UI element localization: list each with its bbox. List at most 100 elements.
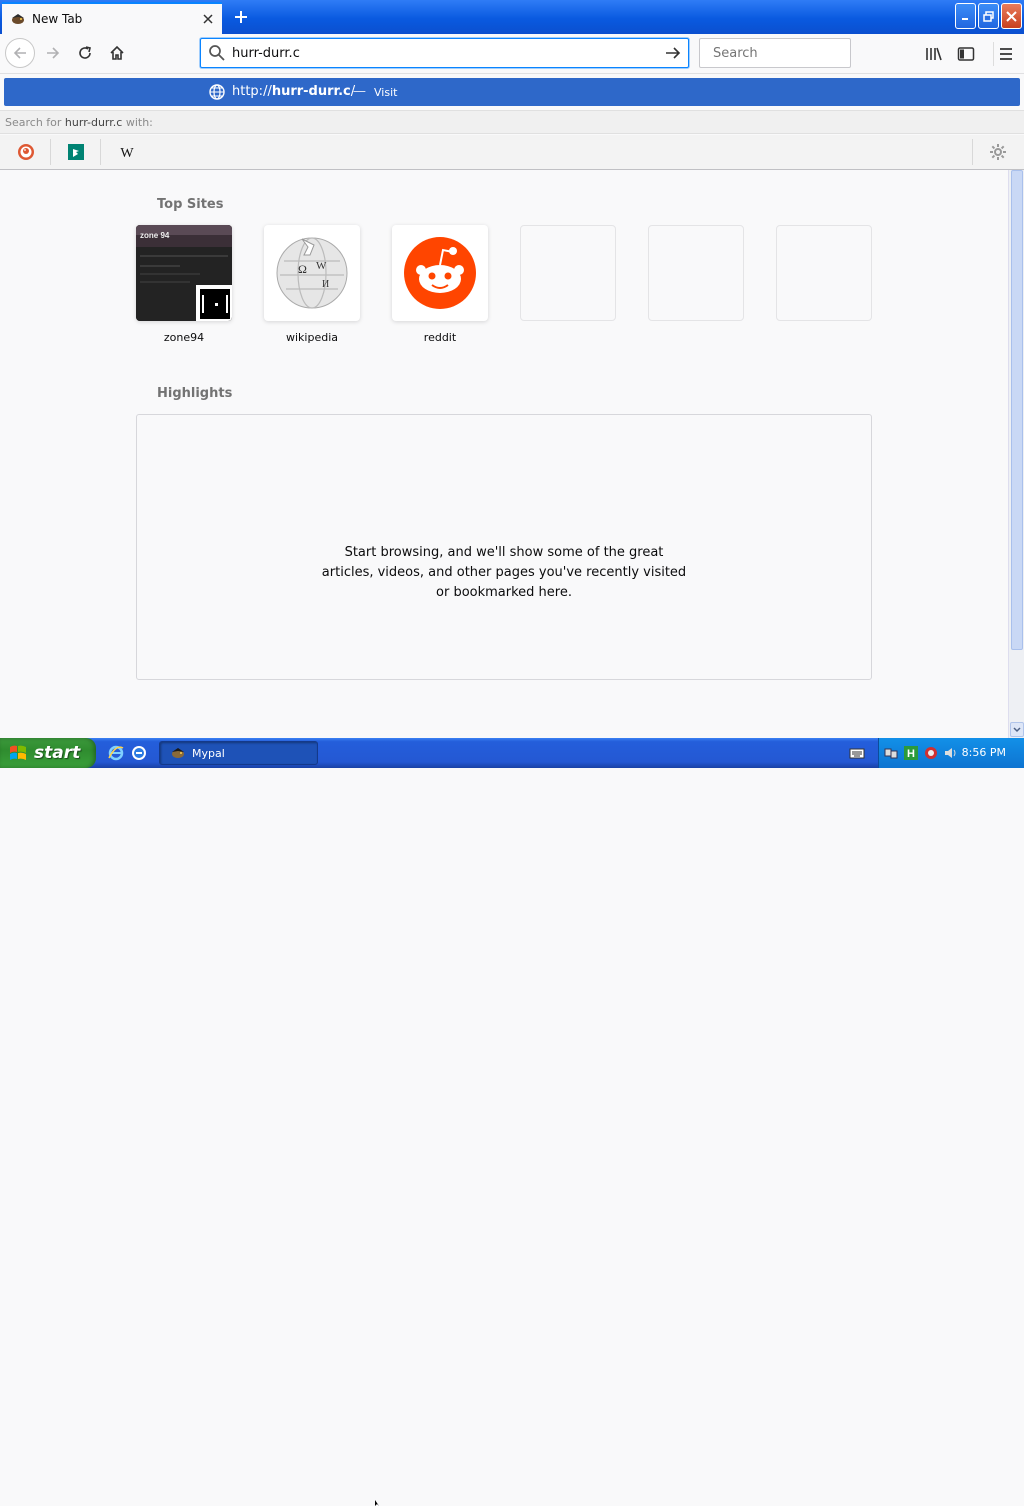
reddit-icon [404, 237, 476, 309]
search-for-query: hurr-durr.c [64, 116, 123, 129]
menu-button[interactable] [993, 42, 1017, 66]
svg-text:W: W [316, 260, 327, 272]
home-button[interactable] [102, 38, 132, 68]
library-icon [926, 47, 942, 61]
top-site-label: wikipedia [285, 331, 338, 344]
forward-button[interactable] [38, 38, 68, 68]
zone94-screenshot: zone 94 [136, 225, 232, 321]
new-tab-page: Top Sites zone 94 zone94 Ω W И wikipedia… [0, 170, 1008, 738]
sidebar-button[interactable] [954, 42, 978, 66]
scrollbar-thumb[interactable] [1011, 170, 1023, 650]
urlbar-autocomplete-popup: http://hurr-durr.c/ — Visit Search for h… [0, 74, 1024, 170]
network-icon[interactable] [883, 745, 899, 761]
start-label: start [34, 743, 81, 763]
mouse-cursor-icon [375, 1500, 379, 1506]
mypal-bird-icon [12, 14, 24, 24]
title-bar: New Tab [0, 0, 1024, 34]
gear-icon [989, 144, 1006, 160]
top-sites-title: Top Sites [157, 197, 224, 212]
search-icon [209, 45, 225, 61]
scroll-down-button[interactable] [1010, 722, 1024, 737]
hamburger-icon [999, 48, 1012, 60]
restore-button[interactable] [978, 3, 999, 29]
go-button[interactable] [661, 41, 685, 65]
speaker-icon[interactable] [943, 745, 959, 761]
autocomplete-action: Visit [374, 86, 398, 99]
arrow-left-icon [13, 47, 26, 59]
bing-icon [67, 144, 84, 160]
url-bar[interactable] [200, 38, 689, 68]
h-icon[interactable]: H [903, 745, 919, 761]
windows-logo-icon [10, 745, 26, 760]
highlights-title: Highlights [157, 386, 233, 401]
chevron-down-icon [1013, 726, 1021, 732]
vertical-scrollbar[interactable] [1008, 170, 1024, 738]
svg-text:И: И [322, 279, 329, 290]
library-button[interactable] [922, 42, 946, 66]
window-close-button[interactable] [1001, 3, 1022, 29]
search-for-suffix: with: [125, 116, 153, 129]
top-site-label: zone94 [163, 331, 205, 344]
top-site-tile-zone94[interactable]: zone 94 [136, 225, 232, 321]
top-site-tile-wikipedia[interactable]: Ω W И [264, 225, 360, 321]
clock: 8:56 PM [961, 746, 1006, 759]
autocomplete-url-prefix: http:// [232, 84, 272, 99]
close-icon [203, 14, 213, 24]
back-button[interactable] [5, 38, 35, 68]
search-settings-button[interactable] [972, 139, 1022, 165]
restore-icon [983, 10, 994, 22]
search-for-prefix: Search for [5, 116, 62, 129]
svg-text:Ω: Ω [298, 262, 307, 276]
engine-bing-button[interactable] [51, 139, 101, 165]
search-bar[interactable] [699, 38, 883, 68]
globe-icon [209, 84, 225, 100]
system-tray: H 8:56 PM [878, 738, 1024, 768]
reload-icon [79, 46, 91, 59]
engine-wikipedia-button[interactable]: W [102, 139, 152, 165]
highlights-message: Start browsing, and we'll show some of t… [321, 545, 687, 600]
minimize-icon [961, 18, 968, 20]
tab-close-button[interactable] [198, 9, 218, 29]
taskbar: start Mypal H 8:56 PM [0, 738, 1024, 1506]
start-button[interactable]: start [0, 738, 96, 768]
shield-icon[interactable] [923, 745, 939, 761]
top-site-empty-slot [776, 225, 872, 321]
sidebar-icon [957, 47, 975, 61]
new-tab-button[interactable] [228, 5, 254, 29]
arrow-right-icon [47, 47, 60, 59]
svg-text:H: H [907, 748, 915, 760]
arrow-right-icon [666, 47, 681, 59]
search-engine-row: W [0, 135, 1024, 169]
quick-launch-icon[interactable] [130, 744, 148, 762]
search-input[interactable] [707, 45, 883, 61]
engine-duckduckgo-button[interactable] [1, 139, 51, 165]
minimize-button[interactable] [955, 3, 976, 29]
autocomplete-visit-row[interactable]: http://hurr-durr.c/ — Visit [4, 78, 1020, 106]
keyboard-icon[interactable] [849, 746, 865, 760]
top-site-tile-reddit[interactable] [392, 225, 488, 321]
wikipedia-icon: W [120, 146, 134, 161]
internet-explorer-icon[interactable] [107, 744, 125, 762]
url-input[interactable] [226, 45, 661, 61]
autocomplete-url-host: hurr-durr.c [271, 84, 351, 99]
taskbar-item-label: Mypal [192, 746, 225, 760]
top-site-empty-slot [520, 225, 616, 321]
top-site-label: reddit [423, 331, 457, 344]
top-site-empty-slot [648, 225, 744, 321]
autocomplete-url: http://hurr-durr.c/ [232, 84, 355, 99]
search-for-label: Search for hurr-durr.c with: [0, 110, 1024, 134]
nav-toolbar [0, 34, 1024, 74]
mypal-bird-icon [172, 748, 184, 758]
reload-button[interactable] [70, 38, 100, 68]
home-icon [110, 45, 124, 60]
plus-icon [235, 11, 247, 23]
duckduckgo-icon [17, 144, 34, 160]
close-icon [1006, 10, 1017, 22]
wikipedia-globe-icon: Ω W И [276, 237, 348, 309]
tab-new-tab[interactable]: New Tab [2, 2, 222, 34]
svg-text:W: W [120, 146, 134, 161]
autocomplete-separator: — [353, 84, 366, 99]
taskbar-item-mypal[interactable]: Mypal [159, 741, 318, 765]
svg-text:zone 94: zone 94 [140, 231, 170, 240]
tab-title: New Tab [32, 12, 83, 26]
